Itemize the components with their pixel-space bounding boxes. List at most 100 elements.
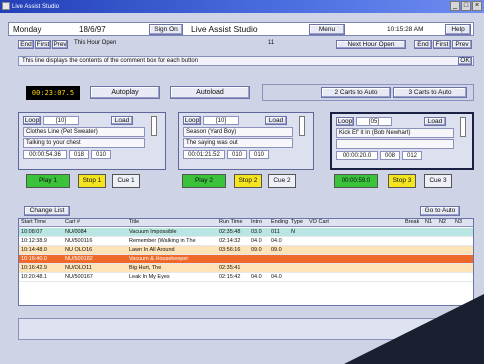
- change-list-button[interactable]: Change List: [24, 206, 70, 216]
- table-cell: 02:35:41: [219, 265, 241, 271]
- player-intro-2: 010: [227, 150, 247, 159]
- prev-button[interactable]: Prev: [452, 40, 472, 49]
- stop-button-1[interactable]: Stop 1: [78, 174, 106, 188]
- window-controls: _ □ ×: [450, 1, 482, 11]
- col-ending[interactable]: Ending: [271, 219, 288, 225]
- this-hour-open-label: This Hour Open: [74, 40, 117, 46]
- play-button-3[interactable]: 00:00:59.0: [334, 174, 378, 188]
- table-row[interactable]: 10:16:40.0 NU/500182 Vacuum & Housekeeper: [19, 255, 473, 264]
- table-cell: Remember (Walking in The: [129, 238, 196, 244]
- help-button[interactable]: Help: [445, 24, 471, 35]
- col-run-time[interactable]: Run Time: [219, 219, 243, 225]
- two-carts-to-auto-button[interactable]: 2 Carts to Auto: [321, 87, 391, 98]
- first-button[interactable]: First: [433, 40, 451, 49]
- table-cell: N: [291, 229, 295, 235]
- maximize-icon[interactable]: □: [461, 1, 471, 11]
- table-cell: 03.0: [251, 229, 262, 235]
- loop-button-3[interactable]: Loop: [336, 117, 354, 126]
- ok-button[interactable]: OK: [458, 57, 472, 65]
- table-row[interactable]: 10:16:42.9 NU/OLO11 Big Hurt, The 02:35:41: [19, 264, 473, 273]
- carts-to-auto-group: 2 Carts to Auto 3 Carts to Auto: [262, 84, 474, 101]
- col-title[interactable]: Title: [129, 219, 139, 225]
- table-row[interactable]: 10:08:07 NU/0084 Vacuum Impossible 02:35:48…: [19, 228, 473, 237]
- load-button-2[interactable]: Load: [265, 116, 287, 125]
- table-row[interactable]: 10:20:48.1 NU/500167 Leak In My Eyes 02:15:…: [19, 273, 473, 282]
- table-cell: 02:14:32: [219, 238, 241, 244]
- table-cell: NU/500116: [65, 238, 93, 244]
- table-cell: 10:12:38.9: [21, 238, 47, 244]
- cue-button-2[interactable]: Cue 2: [268, 174, 296, 188]
- autoplay-button[interactable]: Autoplay: [90, 86, 160, 99]
- player-scroll-1[interactable]: [151, 116, 157, 136]
- go-to-auto-button[interactable]: Go to Auto: [420, 206, 460, 216]
- table-row[interactable]: 10:14:48.0 NU OLO16 Lawn In All Around 03:5…: [19, 246, 473, 255]
- loop-button-1[interactable]: Loop: [23, 116, 41, 125]
- playlist-grid: Start Time Cart # Title Run Time Intro E…: [18, 218, 474, 306]
- cue-button-1[interactable]: Cue 1: [112, 174, 140, 188]
- cart-field-2[interactable]: [10]: [203, 116, 239, 125]
- end-button-left[interactable]: End: [18, 40, 34, 49]
- table-row[interactable]: 10:12:38.9 NU/500116 Remember (Walking in …: [19, 237, 473, 246]
- minimize-icon[interactable]: _: [450, 1, 460, 11]
- player-scroll-2[interactable]: [299, 116, 305, 136]
- player-subtitle-3: [336, 139, 454, 149]
- player-intro-1: 018: [69, 150, 89, 159]
- date-label: 18/6/97: [79, 24, 106, 34]
- prev-button-left[interactable]: Prev: [52, 40, 68, 49]
- player-outro-3: 012: [402, 151, 422, 160]
- first-button-left[interactable]: First: [35, 40, 51, 49]
- next-hour-open-button[interactable]: Next Hour Open: [336, 40, 406, 49]
- col-intro[interactable]: Intro: [251, 219, 262, 225]
- loop-button-2[interactable]: Loop: [183, 116, 201, 125]
- title-bar: Live Assist Studio _ □ ×: [0, 0, 484, 13]
- player-outro-1: 010: [91, 150, 111, 159]
- col-n3[interactable]: N3: [455, 219, 462, 225]
- table-cell: 04.0: [251, 274, 262, 280]
- player-panel-1: Loop [10] Load Clothes Line (Pet Sweater…: [18, 112, 166, 170]
- table-cell: NU/OLO11: [65, 265, 92, 271]
- end-button[interactable]: End: [414, 40, 432, 49]
- col-cart[interactable]: Cart #: [65, 219, 80, 225]
- elapsed-counter: 00:23:07.5: [26, 86, 80, 100]
- load-button-3[interactable]: Load: [424, 117, 446, 126]
- player-title-2: Season (Yard Boy): [183, 127, 293, 137]
- cue-button-3[interactable]: Cue 3: [424, 174, 452, 188]
- menu-button[interactable]: Menu: [309, 24, 345, 35]
- table-cell: NU/500167: [65, 274, 93, 280]
- autoload-button[interactable]: Autoload: [170, 86, 250, 99]
- table-cell: 10:16:40.0: [21, 256, 47, 262]
- play-button-1[interactable]: Play 1: [26, 174, 70, 188]
- player-outro-2: 010: [249, 150, 269, 159]
- window-title: Live Assist Studio: [12, 3, 60, 10]
- clock-label: 10:15:28 AM: [387, 25, 424, 33]
- stop-button-2[interactable]: Stop 2: [234, 174, 262, 188]
- table-cell: 04.0: [271, 238, 282, 244]
- table-cell: 02:35:48: [219, 229, 241, 235]
- cart-field-1[interactable]: [10]: [43, 116, 79, 125]
- load-button-1[interactable]: Load: [111, 116, 133, 125]
- col-n2[interactable]: N2: [439, 219, 446, 225]
- table-cell: NU/500182: [65, 256, 93, 262]
- cart-field-3[interactable]: [05]: [356, 117, 392, 126]
- table-cell: Leak In My Eyes: [129, 274, 170, 280]
- col-vo-cart[interactable]: VO Cart: [309, 219, 329, 225]
- table-cell: 09.0: [251, 247, 262, 253]
- three-carts-to-auto-button[interactable]: 3 Carts to Auto: [393, 87, 467, 98]
- table-cell: 10:16:42.9: [21, 265, 47, 271]
- col-type[interactable]: Type: [291, 219, 303, 225]
- col-break[interactable]: Break: [405, 219, 419, 225]
- play-button-2[interactable]: Play 2: [182, 174, 226, 188]
- player-subtitle-1: Talking to your chest: [23, 138, 145, 148]
- comment-info-text: This line displays the contents of the c…: [22, 58, 199, 64]
- player-panel-3: Loop [05] Load Kick Ef' it In (Bob Newha…: [330, 112, 474, 170]
- table-cell: 09.0: [271, 247, 282, 253]
- stop-button-3[interactable]: Stop 3: [388, 174, 416, 188]
- sign-on-button[interactable]: Sign On: [149, 24, 183, 35]
- player-scroll-3[interactable]: [460, 117, 466, 137]
- col-n1[interactable]: N1: [425, 219, 432, 225]
- close-icon[interactable]: ×: [472, 1, 482, 11]
- table-cell: 03:56:16: [219, 247, 241, 253]
- header-bar: Monday 18/6/97 Sign On Live Assist Studi…: [8, 22, 474, 36]
- player-time-1: 00:00:54.36: [23, 150, 67, 159]
- col-start-time[interactable]: Start Time: [21, 219, 46, 225]
